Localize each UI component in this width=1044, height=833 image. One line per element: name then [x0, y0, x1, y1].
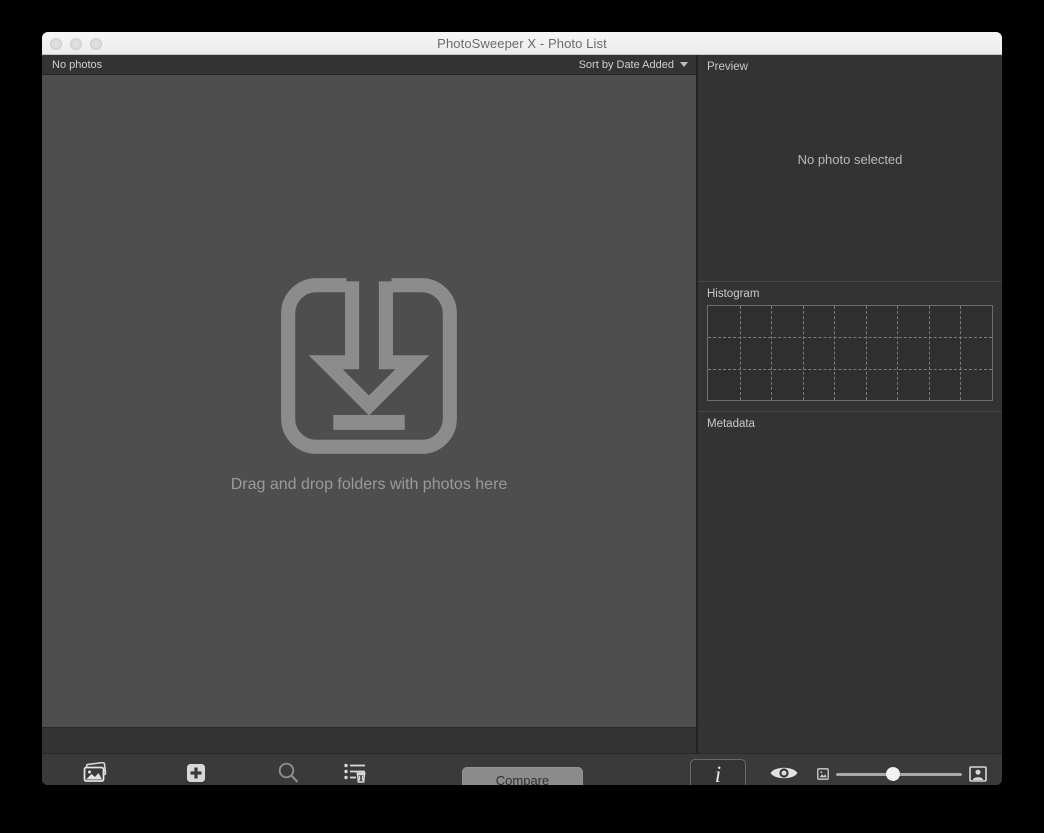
photo-list-header: No photos Sort by Date Added [42, 55, 696, 75]
close-button[interactable] [50, 37, 62, 50]
drop-zone[interactable]: Drag and drop folders with photos here [42, 76, 696, 727]
list-trash-icon [343, 760, 369, 785]
metadata-section: Metadata [698, 412, 1002, 752]
photo-list-pane: No photos Sort by Date Added Drag and dr… [42, 55, 697, 727]
photo-count-status: No photos [52, 58, 103, 71]
window-titlebar: PhotoSweeper X - Photo List [42, 32, 1002, 55]
svg-text:i: i [715, 762, 721, 785]
chevron-down-icon [680, 62, 688, 67]
metadata-section-title: Metadata [707, 418, 755, 430]
zoom-slider-group: Zoom [817, 764, 987, 785]
histogram-section-title: Histogram [707, 288, 760, 300]
drop-zone-message: Drag and drop folders with photos here [230, 476, 508, 493]
magnifier-icon [276, 760, 300, 785]
zoom-button[interactable] [90, 37, 102, 50]
zoom-slider-thumb[interactable] [885, 767, 900, 781]
minimize-button[interactable] [70, 37, 82, 50]
photo-list-footer-strip [42, 727, 697, 753]
media-browser-button[interactable]: Media Browser [47, 760, 143, 785]
inspector-pane: Preview No photo selected Histogram Meta… [698, 55, 1002, 753]
preview-section-title: Preview [707, 61, 748, 73]
compare-button-label: Compare [495, 773, 550, 785]
window-title: PhotoSweeper X - Photo List [437, 35, 607, 51]
traffic-light-group [50, 32, 102, 55]
histogram-section: Histogram [698, 282, 1002, 412]
window-body: No photos Sort by Date Added Drag and dr… [42, 55, 1002, 785]
download-box-icon [281, 278, 457, 454]
preview-empty-message: No photo selected [797, 152, 903, 167]
clear-list-button[interactable]: Clear List [308, 760, 404, 785]
small-photo-icon[interactable] [817, 768, 829, 780]
sort-dropdown[interactable]: Sort by Date Added [579, 59, 688, 71]
bottom-toolbar: Media Browser Add Folder [42, 753, 1002, 785]
italic-i-icon: i [708, 762, 728, 785]
add-folder-button[interactable]: Add Folder [148, 760, 244, 785]
large-portrait-icon[interactable] [969, 766, 987, 782]
sort-dropdown-label: Sort by Date Added [578, 58, 674, 71]
photo-stack-icon [82, 760, 109, 785]
preview-section: Preview No photo selected [698, 55, 1002, 282]
eye-icon [769, 760, 799, 785]
plus-square-icon [185, 760, 207, 785]
compare-button[interactable]: Compare [462, 767, 583, 785]
histogram-plot [707, 305, 993, 401]
zoom-slider-track[interactable] [836, 767, 962, 781]
screen-root: PhotoSweeper X - Photo List No photos So… [0, 0, 1044, 833]
application-window: PhotoSweeper X - Photo List No photos So… [42, 32, 1002, 785]
zoom-slider-row [817, 764, 987, 784]
